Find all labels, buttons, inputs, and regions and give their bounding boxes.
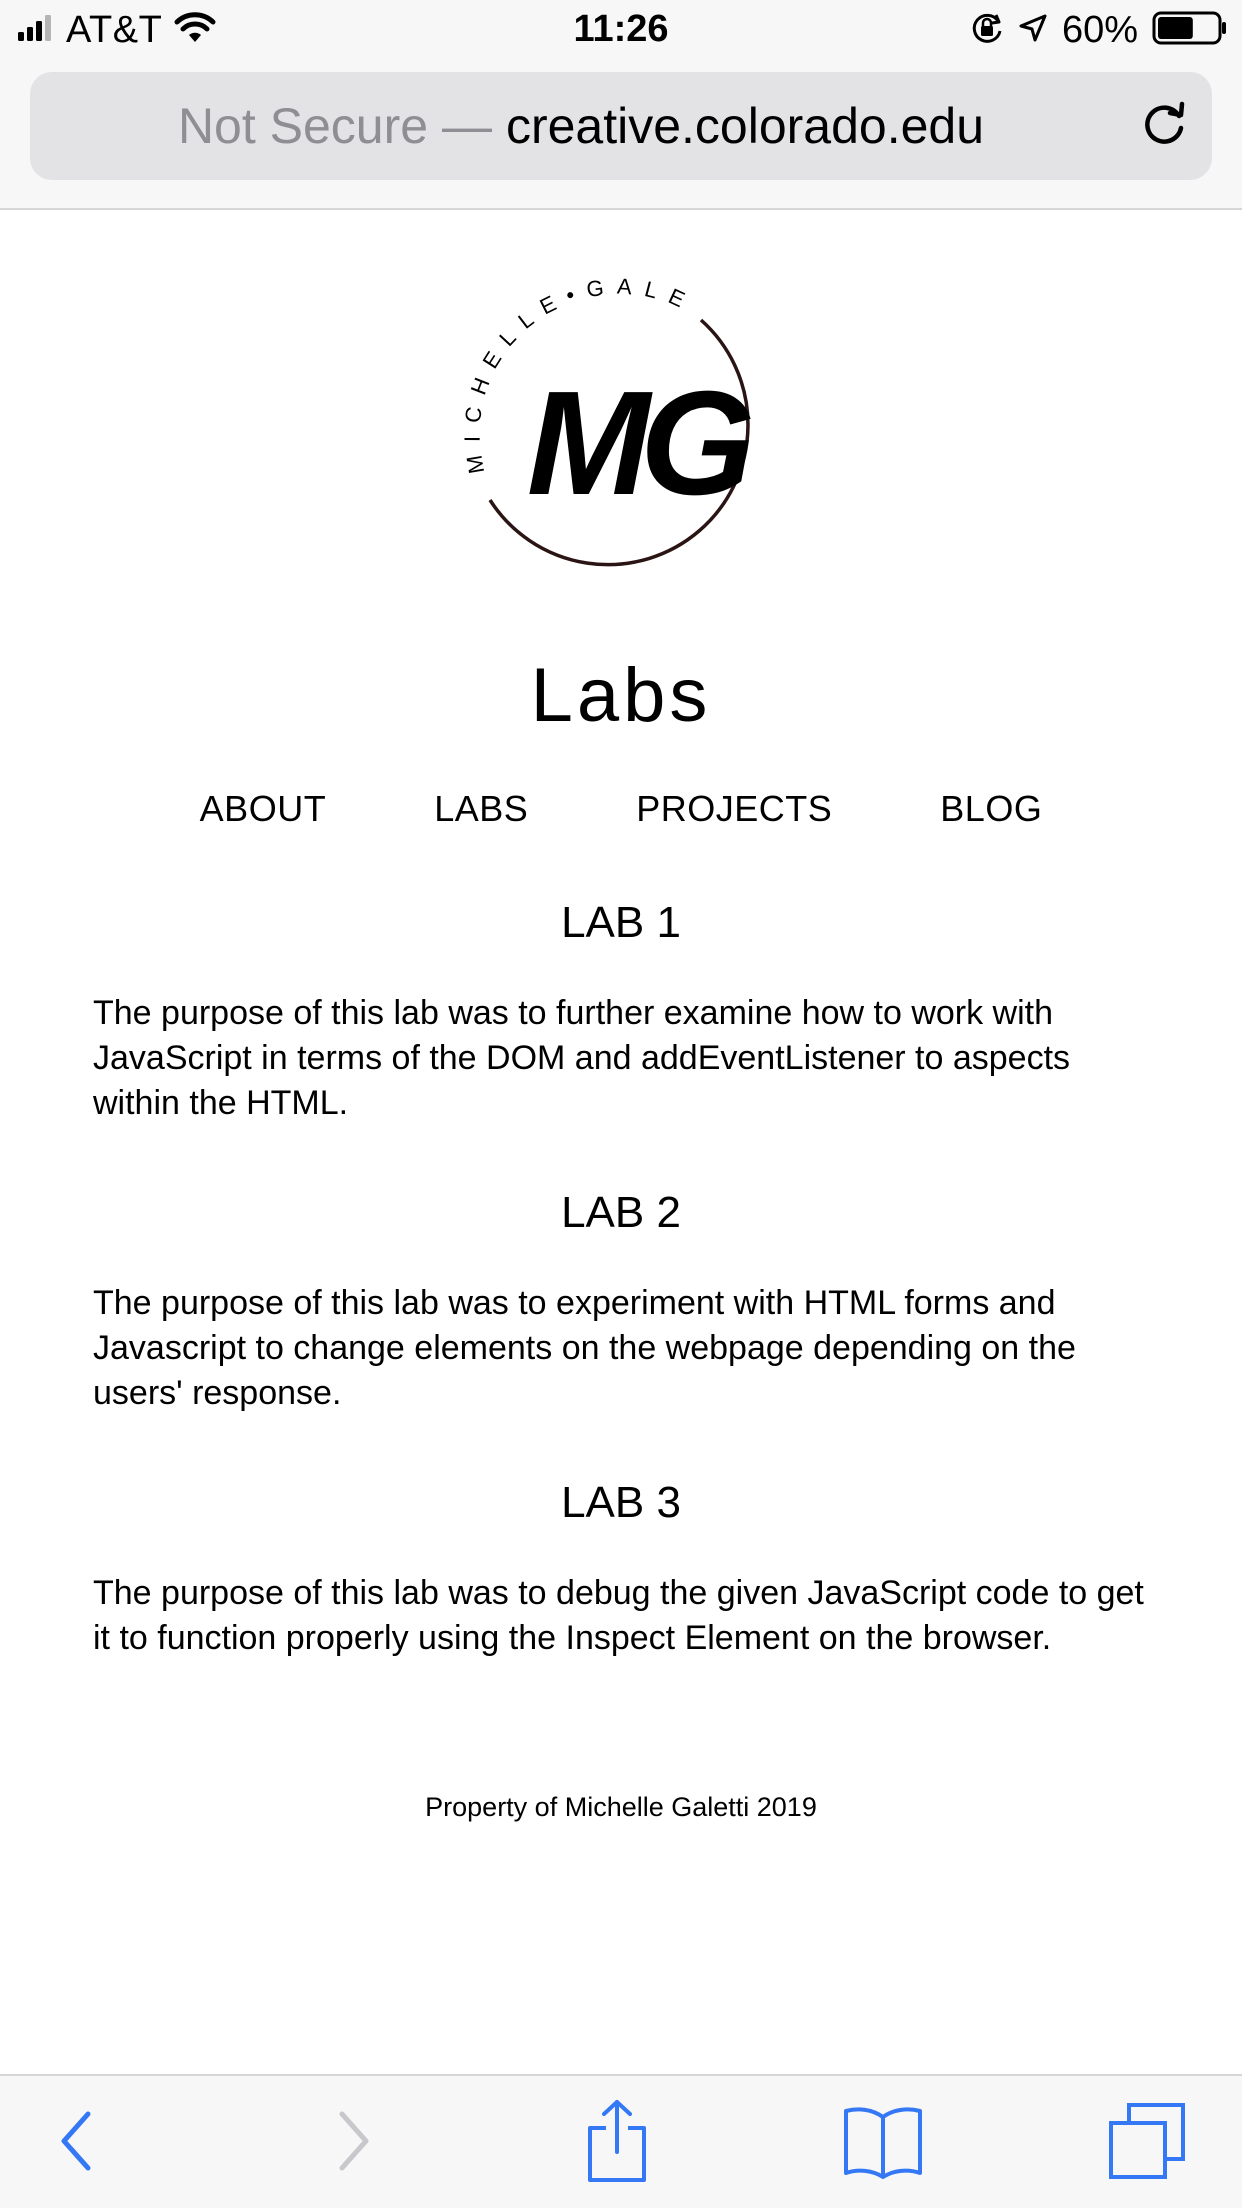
- lab-3-heading: LAB 3: [561, 1478, 681, 1527]
- logo-monogram: MG: [527, 361, 751, 526]
- lab-3-description: The purpose of this lab was to debug the…: [93, 1574, 1144, 1657]
- reload-icon: [1139, 99, 1189, 154]
- address-bar-area: Not Secure — creative.colorado.edu: [0, 62, 1242, 210]
- address-bar[interactable]: Not Secure — creative.colorado.edu: [30, 72, 1212, 180]
- tabs-icon: [1107, 2101, 1187, 2186]
- site-logo[interactable]: MICHELLE•GALETTI MG: [445, 252, 788, 602]
- page-title: Labs: [530, 653, 712, 738]
- lab-2-heading: LAB 2: [561, 1188, 681, 1237]
- tabs-button[interactable]: [1102, 2098, 1192, 2188]
- back-icon: [52, 2106, 102, 2181]
- orientation-lock-icon: [970, 11, 1004, 50]
- url-security-label: Not Secure —: [177, 98, 492, 154]
- browser-toolbar: [0, 2074, 1242, 2208]
- lab-2-description: The purpose of this lab was to experimen…: [93, 1284, 1076, 1412]
- share-icon: [582, 2098, 652, 2189]
- main-nav: ABOUT LABS PROJECTS BLOG: [0, 788, 1242, 830]
- nav-about[interactable]: ABOUT: [146, 788, 381, 830]
- battery-percent: 60%: [1061, 8, 1138, 51]
- webpage-content: MICHELLE•GALETTI MG Labs ABOUT LABS PROJ…: [0, 212, 1242, 2074]
- status-right: 60%: [970, 8, 1228, 51]
- share-button[interactable]: [572, 2098, 662, 2188]
- bookmarks-button[interactable]: [838, 2098, 928, 2188]
- bookmarks-icon: [842, 2103, 924, 2184]
- battery-icon: [1152, 11, 1228, 50]
- status-bar: AT&T 11:26 60%: [0, 0, 1242, 62]
- nav-blog[interactable]: BLOG: [886, 788, 1096, 830]
- lab-1-heading: LAB 1: [561, 898, 681, 947]
- reload-button[interactable]: [1136, 98, 1192, 154]
- forward-button[interactable]: [308, 2098, 398, 2188]
- nav-labs[interactable]: LABS: [380, 788, 582, 830]
- back-button[interactable]: [32, 2098, 122, 2188]
- url-domain: creative.colorado.edu: [505, 98, 985, 154]
- nav-projects[interactable]: PROJECTS: [582, 788, 886, 830]
- lab-1-description: The purpose of this lab was to further e…: [93, 994, 1071, 1122]
- page-footer: Property of Michelle Galetti 2019: [425, 1792, 817, 1822]
- forward-icon: [328, 2106, 378, 2181]
- location-arrow-icon: [1018, 13, 1048, 48]
- url-text[interactable]: Not Secure — creative.colorado.edu: [30, 72, 1132, 180]
- safari-screen: AT&T 11:26 60% Not Secure — creative.col…: [0, 0, 1242, 2208]
